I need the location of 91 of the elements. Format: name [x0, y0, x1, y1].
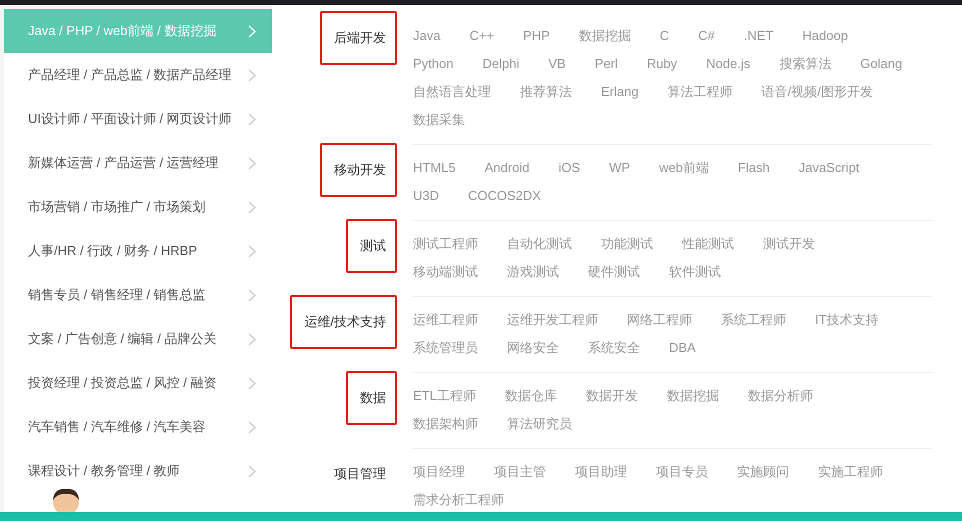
- job-tag-link[interactable]: C#: [698, 22, 715, 50]
- job-tag-link[interactable]: 数据采集: [413, 106, 465, 134]
- chevron-right-icon: [248, 112, 256, 126]
- job-tag-link[interactable]: Ruby: [646, 50, 678, 78]
- job-tag-link[interactable]: 网络安全: [507, 334, 559, 362]
- job-tag-link[interactable]: Flash: [738, 154, 770, 182]
- job-tag-link[interactable]: 系统工程师: [721, 306, 786, 334]
- job-tag-link[interactable]: Node.js: [706, 50, 750, 78]
- job-tag-link[interactable]: Golang: [860, 50, 902, 78]
- chevron-right-icon: [248, 420, 256, 434]
- chevron-right-icon: [248, 376, 256, 390]
- job-tag-link[interactable]: WP: [609, 154, 630, 182]
- job-tag-link[interactable]: Hadoop: [802, 22, 848, 50]
- job-tag-link[interactable]: JavaScript: [798, 154, 860, 182]
- sidebar-item[interactable]: Java / PHP / web前端 / 数据挖掘: [4, 9, 272, 53]
- chevron-right-icon: [248, 156, 256, 170]
- sidebar-item[interactable]: 投资经理 / 投资总监 / 风控 / 融资: [4, 361, 272, 405]
- category-label: 移动开发: [320, 143, 397, 197]
- sidebar-item[interactable]: 人事/HR / 行政 / 财务 / HRBP: [4, 229, 272, 273]
- job-tag-link[interactable]: PHP: [523, 22, 550, 50]
- job-tag-link[interactable]: 项目助理: [575, 458, 627, 486]
- chevron-right-icon: [248, 332, 256, 346]
- job-tag-link[interactable]: web前端: [659, 154, 709, 182]
- chevron-right-icon: [248, 24, 256, 38]
- job-tag-link[interactable]: 语音/视频/图形开发: [762, 78, 873, 106]
- job-tag-link[interactable]: Delphi: [482, 50, 520, 78]
- job-tag-link[interactable]: 网络工程师: [627, 306, 692, 334]
- job-tag-link[interactable]: Python: [413, 50, 454, 78]
- sidebar-item[interactable]: UI设计师 / 平面设计师 / 网页设计师: [4, 97, 272, 141]
- category-label: 项目管理: [333, 465, 387, 483]
- job-tag-link[interactable]: iOS: [558, 154, 580, 182]
- job-tag-link[interactable]: Perl: [594, 50, 618, 78]
- chevron-right-icon: [248, 68, 256, 82]
- job-tag-link[interactable]: 实施工程师: [818, 458, 883, 486]
- sidebar-item[interactable]: 市场营销 / 市场推广 / 市场策划: [4, 185, 272, 229]
- job-tag-link[interactable]: 项目专员: [656, 458, 708, 486]
- job-tag-link[interactable]: 项目经理: [413, 458, 465, 486]
- job-tag-link[interactable]: 自然语言处理: [413, 78, 491, 106]
- job-tag-link[interactable]: DBA: [669, 334, 696, 362]
- job-tag-link[interactable]: 功能测试: [601, 230, 653, 258]
- sidebar-item[interactable]: 课程设计 / 教务管理 / 教师: [4, 449, 272, 493]
- job-tag-link[interactable]: Erlang: [601, 78, 639, 106]
- job-tag-link[interactable]: 数据挖掘: [578, 22, 631, 50]
- job-tag-link[interactable]: HTML5: [413, 154, 456, 182]
- job-tag-link[interactable]: 算法工程师: [668, 78, 733, 106]
- job-tag-link[interactable]: 数据挖掘: [666, 382, 719, 410]
- sidebar-item[interactable]: 产品经理 / 产品总监 / 数据产品经理: [4, 53, 272, 97]
- job-tag-link[interactable]: 运维工程师: [413, 306, 478, 334]
- job-tag-link[interactable]: ETL工程师: [413, 382, 476, 410]
- job-tag-link[interactable]: COCOS2DX: [468, 182, 541, 210]
- category-label: 后端开发: [320, 11, 397, 65]
- job-tag-link[interactable]: VB: [548, 50, 566, 78]
- chevron-right-icon: [248, 464, 256, 478]
- sidebar-item[interactable]: 销售专员 / 销售经理 / 销售总监: [4, 273, 272, 317]
- job-tag-link[interactable]: 硬件测试: [588, 258, 640, 286]
- job-tag-link[interactable]: 游戏测试: [507, 258, 559, 286]
- job-tag-link[interactable]: .NET: [744, 22, 774, 50]
- job-tag-link[interactable]: 搜索算法: [779, 50, 832, 78]
- chevron-right-icon: [248, 288, 256, 302]
- job-tag-link[interactable]: 数据开发: [586, 382, 638, 410]
- category-label: 测试: [346, 219, 397, 273]
- chevron-right-icon: [248, 244, 256, 258]
- category-label: 运维/技术支持: [290, 295, 397, 349]
- job-tag-link[interactable]: 系统安全: [588, 334, 640, 362]
- sidebar-item[interactable]: 文案 / 广告创意 / 编辑 / 品牌公关: [4, 317, 272, 361]
- job-tag-link[interactable]: C++: [469, 22, 494, 50]
- job-tag-link[interactable]: 数据分析师: [748, 382, 813, 410]
- sidebar-item[interactable]: 汽车销售 / 汽车维修 / 汽车美容: [4, 405, 272, 449]
- job-tag-link[interactable]: 数据仓库: [504, 382, 557, 410]
- job-tag-link[interactable]: 系统管理员: [413, 334, 478, 362]
- job-tag-link[interactable]: C: [660, 22, 670, 50]
- job-tag-link[interactable]: 实施顾问: [737, 458, 789, 486]
- job-tag-link[interactable]: 需求分析工程师: [413, 486, 504, 512]
- job-tag-link[interactable]: 运维开发工程师: [507, 306, 598, 334]
- job-tag-link[interactable]: 移动端测试: [413, 258, 478, 286]
- job-tag-link[interactable]: 推荐算法: [520, 78, 572, 106]
- chevron-right-icon: [248, 200, 256, 214]
- job-tag-link[interactable]: 自动化测试: [507, 230, 572, 258]
- job-tag-link[interactable]: IT技术支持: [815, 306, 879, 334]
- job-tag-link[interactable]: 算法研究员: [507, 410, 572, 438]
- job-tag-link[interactable]: Android: [484, 154, 530, 182]
- job-tag-link[interactable]: 软件测试: [669, 258, 721, 286]
- job-tag-link[interactable]: 测试工程师: [413, 230, 478, 258]
- job-tag-link[interactable]: Java: [413, 22, 440, 50]
- job-tag-link[interactable]: 项目主管: [494, 458, 546, 486]
- job-tag-link[interactable]: U3D: [413, 182, 440, 210]
- job-tag-link[interactable]: 性能测试: [682, 230, 734, 258]
- category-label: 数据: [346, 371, 397, 425]
- job-tag-link[interactable]: 数据架构师: [413, 410, 478, 438]
- job-tag-link[interactable]: 测试开发: [763, 230, 815, 258]
- sidebar-item[interactable]: 新媒体运营 / 产品运营 / 运营经理: [4, 141, 272, 185]
